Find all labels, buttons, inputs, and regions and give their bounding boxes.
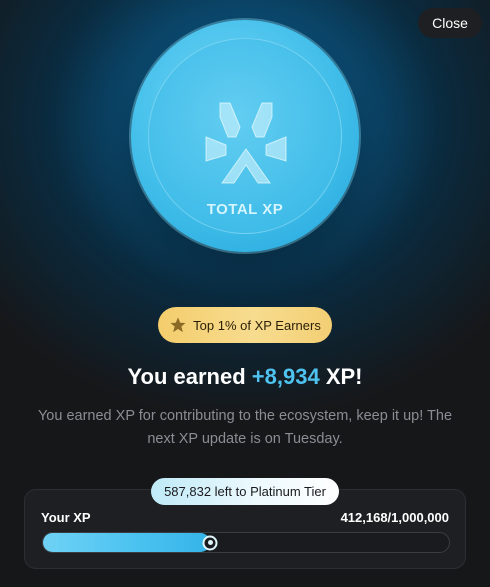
headline-suffix: XP! [325, 364, 363, 389]
coin-face: TOTAL XP [148, 38, 342, 234]
xp-progress-bar [42, 532, 450, 553]
headline-prefix: You earned [127, 364, 246, 389]
total-xp-label: TOTAL XP [206, 201, 284, 218]
total-xp-coin: TOTAL XP [131, 20, 359, 252]
close-button[interactable]: Close [418, 8, 482, 38]
your-xp-label: Your XP [41, 510, 91, 525]
xp-earned-modal: Close TOTAL XP Top 1% of XP Earners You … [0, 0, 490, 587]
badge-label: Top 1% of XP Earners [193, 317, 321, 333]
xp-progress-fill [43, 533, 211, 552]
earned-xp-amount: +8,934 [251, 364, 320, 389]
description-line-2: next XP update is on Tuesday. [147, 431, 343, 447]
earned-headline: You earned +8,934 XP! [0, 364, 490, 390]
description-line-1: You earned XP for contributing to the ec… [37, 408, 453, 424]
xp-progress-knob [202, 535, 218, 550]
xp-logo-icon [205, 102, 287, 184]
xp-progress-value: 412,168/1,000,000 [340, 510, 449, 525]
star-icon [170, 317, 186, 333]
tier-remaining-pill: 587,832 left to Platinum Tier [151, 478, 339, 505]
description: You earned XP for contributing to the ec… [0, 405, 490, 451]
top-earners-badge: Top 1% of XP Earners [158, 307, 332, 343]
